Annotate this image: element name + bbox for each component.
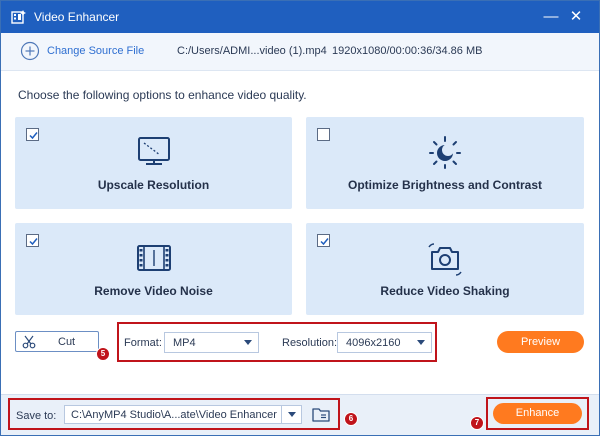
change-source-file-link[interactable]: Change Source File xyxy=(47,45,144,57)
source-file-bar: Change Source File C:/Users/ADMI...video… xyxy=(1,33,599,71)
title-bar: Video Enhancer — ✕ xyxy=(1,1,599,33)
option-optimize-brightness[interactable]: Optimize Brightness and Contrast xyxy=(306,117,584,209)
window-title: Video Enhancer xyxy=(34,10,120,24)
upscale-icon xyxy=(137,137,170,165)
noise-label: Remove Video Noise xyxy=(94,284,213,298)
upscale-checkbox[interactable] xyxy=(26,128,39,141)
chevron-down-icon xyxy=(244,340,252,345)
film-noise-icon xyxy=(136,245,171,271)
option-reduce-video-shaking[interactable]: Reduce Video Shaking xyxy=(306,223,584,315)
minimize-button[interactable]: — xyxy=(541,7,561,27)
app-logo-icon xyxy=(11,10,26,24)
instruction-text: Choose the following options to enhance … xyxy=(18,88,307,102)
format-resolution-highlight: Format: MP4 Resolution: 4096x2160 xyxy=(117,322,437,362)
video-enhancer-window: Video Enhancer — ✕ Change Source File C:… xyxy=(0,0,600,436)
save-to-highlight: Save to: C:\AnyMP4 Studio\A...ate\Video … xyxy=(8,398,340,430)
noise-checkbox[interactable] xyxy=(26,234,39,247)
option-upscale-resolution[interactable]: Upscale Resolution xyxy=(15,117,292,209)
option-remove-video-noise[interactable]: Remove Video Noise xyxy=(15,223,292,315)
save-path-field[interactable]: C:\AnyMP4 Studio\A...ate\Video Enhancer xyxy=(64,405,282,424)
resolution-dropdown[interactable]: 4096x2160 xyxy=(337,332,432,353)
save-path-dropdown-button[interactable] xyxy=(282,405,302,424)
open-folder-icon[interactable] xyxy=(311,405,331,424)
preview-button[interactable]: Preview xyxy=(497,331,584,353)
cut-button[interactable]: Cut xyxy=(15,331,99,352)
chevron-down-icon xyxy=(288,412,296,417)
step-badge-7: 7 xyxy=(470,416,484,430)
source-file-path: C:/Users/ADMI...video (1).mp4 xyxy=(177,45,327,57)
resolution-label: Resolution: xyxy=(282,337,338,349)
step-badge-6: 6 xyxy=(344,412,358,426)
brightness-icon xyxy=(429,136,461,169)
shaking-label: Reduce Video Shaking xyxy=(380,284,510,298)
add-circle-icon[interactable] xyxy=(20,41,40,61)
chevron-down-icon xyxy=(417,340,425,345)
shaking-checkbox[interactable] xyxy=(317,234,330,247)
source-file-info: 1920x1080/00:00:36/34.86 MB xyxy=(332,45,483,57)
format-value: MP4 xyxy=(173,337,196,349)
enhance-button[interactable]: Enhance xyxy=(493,403,582,424)
brightness-checkbox[interactable] xyxy=(317,128,330,141)
check-mark-icon xyxy=(29,132,38,140)
scissors-icon xyxy=(22,335,36,349)
upscale-label: Upscale Resolution xyxy=(97,178,210,192)
format-label: Format: xyxy=(124,337,162,349)
resolution-value: 4096x2160 xyxy=(346,337,401,349)
check-mark-icon xyxy=(320,238,329,246)
format-dropdown[interactable]: MP4 xyxy=(164,332,259,353)
save-to-label: Save to: xyxy=(16,410,57,422)
brightness-label: Optimize Brightness and Contrast xyxy=(347,178,543,192)
cut-label: Cut xyxy=(58,336,76,348)
save-path-value: C:\AnyMP4 Studio\A...ate\Video Enhancer xyxy=(71,409,277,421)
step-badge-5: 5 xyxy=(96,347,110,361)
close-button[interactable]: ✕ xyxy=(566,7,586,27)
enhance-highlight: Enhance xyxy=(486,397,589,430)
camera-shake-icon xyxy=(428,243,462,276)
check-mark-icon xyxy=(29,238,38,246)
